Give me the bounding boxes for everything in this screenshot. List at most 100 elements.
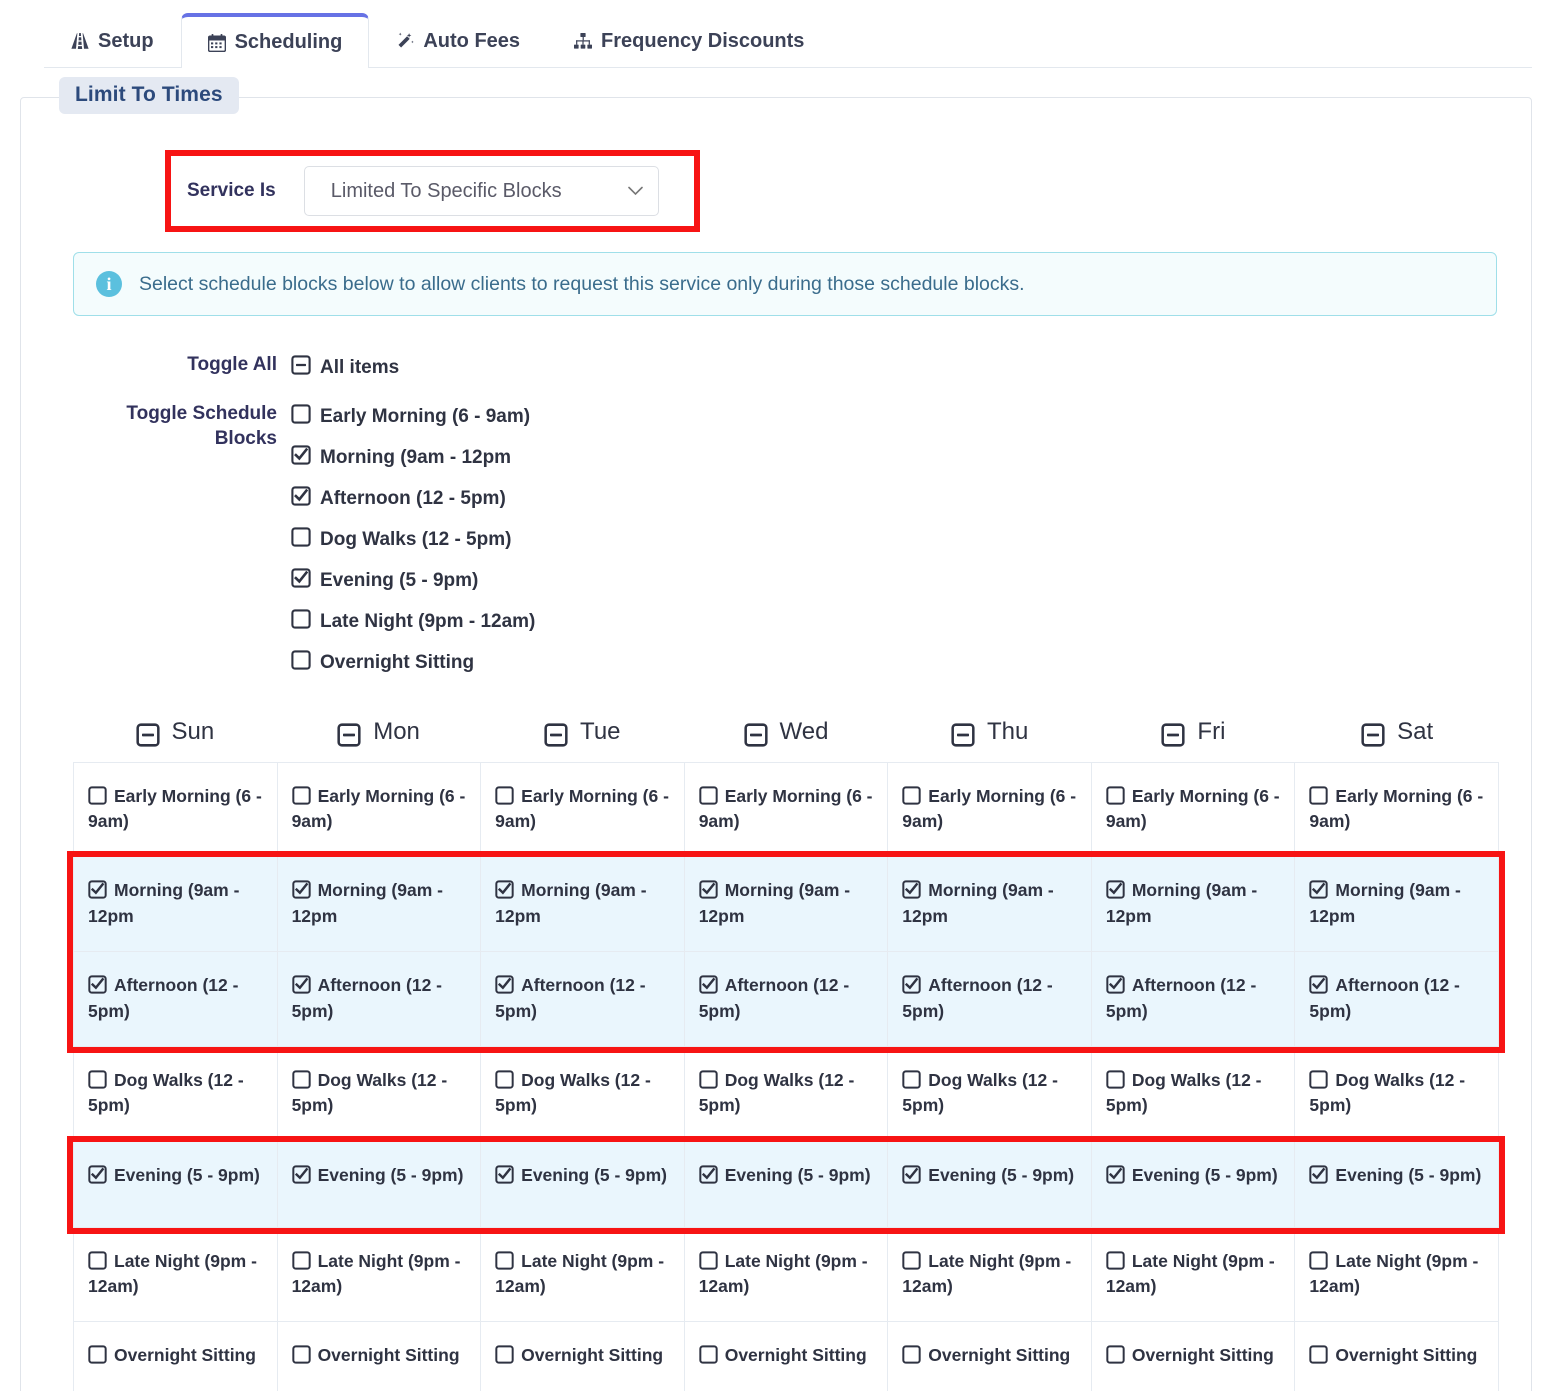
schedule-cell[interactable]: Dog Walks (12 - 5pm) — [481, 1046, 685, 1142]
schedule-cell[interactable]: Late Night (9pm - 12am) — [74, 1227, 278, 1323]
tab-setup[interactable]: Setup — [44, 13, 181, 68]
check-square-icon[interactable] — [291, 567, 311, 588]
schedule-cell[interactable]: Overnight Sitting — [1295, 1322, 1499, 1391]
empty-square-icon[interactable] — [291, 649, 311, 670]
schedule-cell[interactable]: Evening (5 - 9pm) — [684, 1141, 889, 1228]
schedule-cell[interactable]: Dog Walks (12 - 5pm) — [684, 1046, 889, 1142]
schedule-cell[interactable]: Early Morning (6 - 9am) — [684, 762, 889, 858]
schedule-cell[interactable]: Afternoon (12 - 5pm) — [1295, 952, 1499, 1047]
check-square-icon[interactable] — [291, 444, 311, 465]
day-header-sat[interactable]: Sat — [1295, 718, 1499, 747]
check-square-icon[interactable] — [902, 1164, 921, 1184]
schedule-cell[interactable]: Late Night (9pm - 12am) — [1295, 1227, 1499, 1323]
check-square-icon[interactable] — [1106, 1164, 1125, 1184]
schedule-cell[interactable]: Morning (9am - 12pm — [888, 857, 1092, 953]
minus-square-icon[interactable] — [291, 355, 311, 375]
empty-square-icon[interactable] — [699, 785, 718, 805]
toggle-block-checkbox[interactable]: Afternoon (12 - 5pm) — [291, 484, 535, 508]
day-header-tue[interactable]: Tue — [480, 718, 684, 747]
check-square-icon[interactable] — [291, 1164, 311, 1184]
toggle-block-checkbox[interactable]: Evening (5 - 9pm) — [291, 566, 535, 590]
schedule-cell[interactable]: Overnight Sitting — [888, 1322, 1092, 1391]
toggle-block-checkbox[interactable]: Late Night (9pm - 12am) — [291, 607, 535, 631]
empty-square-icon[interactable] — [1106, 1345, 1125, 1365]
empty-square-icon[interactable] — [1309, 1070, 1329, 1089]
empty-square-icon[interactable] — [291, 785, 311, 805]
schedule-cell[interactable]: Dog Walks (12 - 5pm) — [74, 1046, 278, 1142]
schedule-cell[interactable]: Afternoon (12 - 5pm) — [684, 952, 889, 1047]
schedule-cell[interactable]: Evening (5 - 9pm) — [888, 1141, 1092, 1228]
empty-square-icon[interactable] — [902, 1250, 921, 1270]
schedule-cell[interactable]: Dog Walks (12 - 5pm) — [1091, 1046, 1296, 1142]
schedule-cell[interactable]: Afternoon (12 - 5pm) — [277, 952, 482, 1047]
check-square-icon[interactable] — [1309, 1164, 1329, 1184]
empty-square-icon[interactable] — [291, 1345, 311, 1365]
day-header-mon[interactable]: Mon — [277, 718, 481, 747]
empty-square-icon[interactable] — [1106, 1250, 1125, 1270]
tab-frequency-discounts[interactable]: Frequency Discounts — [547, 13, 831, 68]
check-square-icon[interactable] — [1106, 880, 1125, 900]
empty-square-icon[interactable] — [291, 1070, 311, 1089]
schedule-cell[interactable]: Evening (5 - 9pm) — [1091, 1141, 1296, 1228]
empty-square-icon[interactable] — [88, 785, 107, 805]
schedule-cell[interactable]: Morning (9am - 12pm — [277, 857, 482, 953]
service-is-select[interactable]: Limited To Specific Blocks Not Limited L… — [303, 166, 659, 216]
check-square-icon[interactable] — [291, 485, 311, 506]
empty-square-icon[interactable] — [88, 1345, 107, 1365]
empty-square-icon[interactable] — [1309, 1345, 1329, 1365]
schedule-cell[interactable]: Early Morning (6 - 9am) — [888, 762, 1092, 858]
check-square-icon[interactable] — [291, 975, 311, 994]
schedule-cell[interactable]: Dog Walks (12 - 5pm) — [888, 1046, 1092, 1142]
minus-square-icon[interactable] — [135, 723, 160, 747]
check-square-icon[interactable] — [88, 880, 107, 900]
check-square-icon[interactable] — [88, 975, 107, 994]
schedule-cell[interactable]: Late Night (9pm - 12am) — [1091, 1227, 1296, 1323]
schedule-cell[interactable]: Late Night (9pm - 12am) — [277, 1227, 482, 1323]
schedule-cell[interactable]: Early Morning (6 - 9am) — [1091, 762, 1296, 858]
schedule-cell[interactable]: Overnight Sitting — [278, 1322, 482, 1391]
empty-square-icon[interactable] — [88, 1250, 107, 1270]
day-header-thu[interactable]: Thu — [888, 718, 1092, 747]
schedule-cell[interactable]: Dog Walks (12 - 5pm) — [1295, 1046, 1499, 1142]
toggle-all-items-checkbox[interactable]: All items — [291, 353, 399, 377]
schedule-cell[interactable]: Evening (5 - 9pm) — [277, 1141, 482, 1228]
empty-square-icon[interactable] — [495, 1250, 514, 1270]
day-header-wed[interactable]: Wed — [684, 718, 888, 747]
minus-square-icon[interactable] — [1161, 723, 1186, 747]
schedule-cell[interactable]: Afternoon (12 - 5pm) — [1091, 952, 1296, 1047]
schedule-cell[interactable]: Afternoon (12 - 5pm) — [74, 952, 278, 1047]
schedule-cell[interactable]: Overnight Sitting — [685, 1322, 889, 1391]
empty-square-icon[interactable] — [902, 1070, 921, 1089]
empty-square-icon[interactable] — [291, 1250, 311, 1270]
schedule-cell[interactable]: Morning (9am - 12pm — [481, 857, 685, 953]
toggle-block-checkbox[interactable]: Morning (9am - 12pm — [291, 443, 535, 467]
schedule-cell[interactable]: Early Morning (6 - 9am) — [1295, 762, 1499, 858]
check-square-icon[interactable] — [1309, 880, 1329, 900]
schedule-cell[interactable]: Dog Walks (12 - 5pm) — [277, 1046, 482, 1142]
check-square-icon[interactable] — [1309, 975, 1329, 994]
check-square-icon[interactable] — [699, 880, 718, 900]
check-square-icon[interactable] — [291, 880, 311, 900]
day-header-sun[interactable]: Sun — [73, 718, 277, 747]
empty-square-icon[interactable] — [902, 1345, 921, 1365]
schedule-cell[interactable]: Early Morning (6 - 9am) — [74, 762, 278, 858]
empty-square-icon[interactable] — [495, 1345, 514, 1365]
schedule-cell[interactable]: Morning (9am - 12pm — [684, 857, 889, 953]
check-square-icon[interactable] — [88, 1164, 107, 1184]
schedule-cell[interactable]: Early Morning (6 - 9am) — [277, 762, 482, 858]
minus-square-icon[interactable] — [1361, 723, 1385, 747]
tab-scheduling[interactable]: Scheduling — [180, 13, 370, 69]
schedule-cell[interactable]: Morning (9am - 12pm — [74, 857, 278, 953]
tab-auto-fees[interactable]: Auto Fees — [369, 13, 547, 68]
minus-square-icon[interactable] — [337, 723, 361, 747]
day-header-fri[interactable]: Fri — [1092, 718, 1296, 747]
check-square-icon[interactable] — [495, 880, 514, 900]
empty-square-icon[interactable] — [88, 1070, 107, 1089]
check-square-icon[interactable] — [495, 1164, 514, 1184]
empty-square-icon[interactable] — [495, 1070, 514, 1089]
schedule-cell[interactable]: Afternoon (12 - 5pm) — [888, 952, 1092, 1047]
schedule-cell[interactable]: Morning (9am - 12pm — [1091, 857, 1296, 953]
empty-square-icon[interactable] — [1106, 785, 1125, 805]
schedule-cell[interactable]: Overnight Sitting — [481, 1322, 685, 1391]
schedule-cell[interactable]: Evening (5 - 9pm) — [1295, 1141, 1499, 1228]
